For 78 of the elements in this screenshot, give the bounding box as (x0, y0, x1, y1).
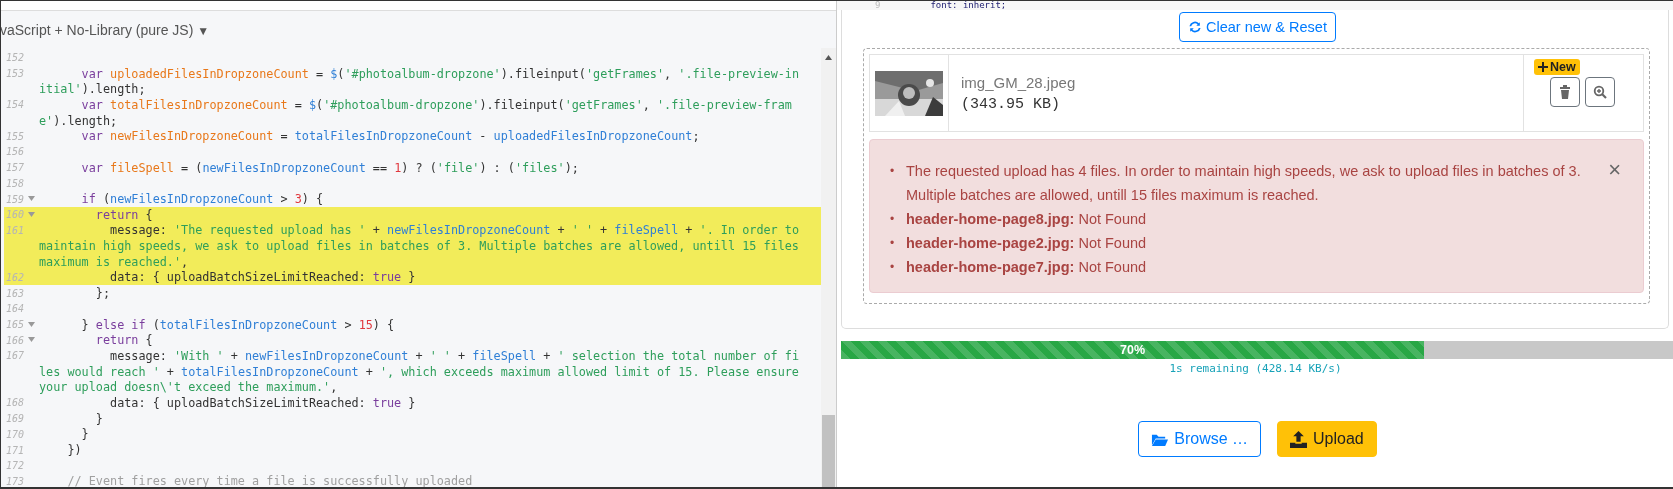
fold-icon[interactable] (28, 196, 35, 202)
fold-icon[interactable] (28, 337, 35, 343)
scrollbar[interactable] (821, 48, 836, 487)
line-number: 159 (6, 193, 25, 205)
bullet-mark: • (890, 259, 896, 276)
line-number: 156 (6, 146, 25, 158)
code-line: if (newFilesInDropzoneCount > 3) { (80, 192, 324, 207)
line-number: 164 (6, 303, 25, 315)
line-number: 168 (6, 397, 25, 409)
dropzone[interactable] (863, 48, 1650, 304)
refresh-icon (1188, 20, 1203, 34)
scroll-up-icon[interactable] (825, 55, 832, 60)
line-number: 165 (6, 319, 25, 331)
line-number: 152 (6, 52, 25, 64)
line-number: 169 (6, 413, 25, 425)
line-number: 173 (6, 475, 25, 487)
line-number: 154 (6, 99, 25, 111)
code-line: return { (94, 207, 153, 222)
code-line: font: inherit; (930, 1, 1007, 10)
bullet-mark: • (890, 163, 896, 180)
code-line: var fileSpell = (newFilesInDropzoneCount == 1) ? ('file') : ('files'); (80, 160, 579, 175)
line-number: 171 (6, 444, 25, 456)
scrollbar-thumb[interactable] (822, 415, 835, 487)
line-number: 167 (6, 350, 25, 362)
code-line: var totalFilesInDropzoneCount = $('#photoalbum-dropzone').fileinput('getFrames', '.file-preview-fram (80, 97, 792, 112)
new-badge: New (1534, 59, 1580, 75)
line-number: 161 (6, 224, 25, 236)
code-line: message: 'With ' + newFilesInDropzoneCount + ' ' + fileSpell + ' selection the total number of fi (109, 348, 799, 363)
code-line: } (94, 411, 103, 426)
zoom-button[interactable] (1585, 77, 1615, 107)
bullet-mark: • (890, 211, 896, 228)
delete-button[interactable] (1550, 77, 1580, 107)
code-line: var uploadedFilesInDropzoneCount = $('#photoalbum-dropzone').fileinput('getFrames', '.file-preview-in (80, 66, 800, 81)
line-number: 170 (6, 428, 25, 440)
code-line: }) (66, 443, 82, 458)
trash-icon (1558, 85, 1572, 99)
line-number: 162 (6, 271, 25, 283)
line-number: 153 (6, 68, 25, 80)
code-line: e').length; (39, 113, 118, 128)
file-name: img_GM_28.jpeg (961, 73, 1077, 91)
code-line: } (80, 427, 89, 442)
plus-icon (1538, 62, 1548, 72)
code-line: var newFilesInDropzoneCount = totalFilesInDropzoneCount - uploadedFilesInDropzoneCount; (80, 129, 700, 144)
code-line: your upload doesn\'t exceed the maximum.', (39, 380, 338, 395)
bullet-mark: • (890, 235, 896, 252)
error-message: header-home-page7.jpg: Not Found (906, 258, 1147, 277)
line-number: 158 (6, 177, 25, 189)
error-message: The requested upload has 4 files. In order to maintain high speeds, we ask to upload files in batches of 3. Multiple batches are allowed, untill 15 files maximum is reached. (906, 162, 1582, 205)
upload-status: 1s remaining (428.14 KB/s) (1169, 362, 1342, 375)
line-number: 155 (6, 130, 25, 142)
line-number: 166 (6, 334, 25, 346)
zoom-in-icon (1593, 85, 1607, 99)
code-line: } else if (totalFilesInDropzoneCount > 15) { (80, 317, 395, 332)
code-line: return { (94, 333, 153, 348)
line-number: 157 (6, 162, 25, 174)
code-line: message: 'The requested upload has ' + newFilesInDropzoneCount + ' ' + fileSpell + '. In order to (109, 223, 799, 238)
fold-icon[interactable] (28, 211, 35, 217)
upload-icon (1290, 430, 1308, 448)
code-line: }; (94, 286, 111, 301)
code-line: les would reach ' + totalFilesInDropzoneCount + ', which exceeds maximum allowed limit of 15. Please ensure (39, 364, 799, 379)
error-message: header-home-page2.jpg: Not Found (906, 234, 1147, 253)
progress-label: 70% (1120, 343, 1146, 357)
upload-button[interactable]: Upload (1277, 421, 1377, 457)
line-number: 160 (6, 209, 25, 221)
error-message: header-home-page8.jpg: Not Found (906, 210, 1147, 229)
code-line: maintain high speeds, we ask to upload files in batches of 3. Multiple batches are allowed, untill 15 files (39, 239, 799, 254)
code-line: // Event fires every time a file is successfully uploaded (66, 474, 473, 487)
code-line: itial').length; (39, 82, 146, 97)
code-line: data: { uploadBatchSizeLimitReached: true } (109, 270, 416, 285)
browse-button[interactable]: Browse … (1138, 421, 1262, 457)
code-line: data: { uploadBatchSizeLimitReached: true } (109, 395, 416, 410)
code-line: maximum is reached.', (39, 254, 189, 269)
close-button[interactable]: × (1606, 158, 1623, 182)
line-number: 163 (6, 287, 25, 299)
fold-icon[interactable] (28, 321, 35, 327)
reset-button[interactable]: Clear new & Reset (1179, 12, 1336, 42)
file-size: (343.95 KB) (961, 95, 1062, 113)
line-number: 172 (6, 460, 25, 472)
